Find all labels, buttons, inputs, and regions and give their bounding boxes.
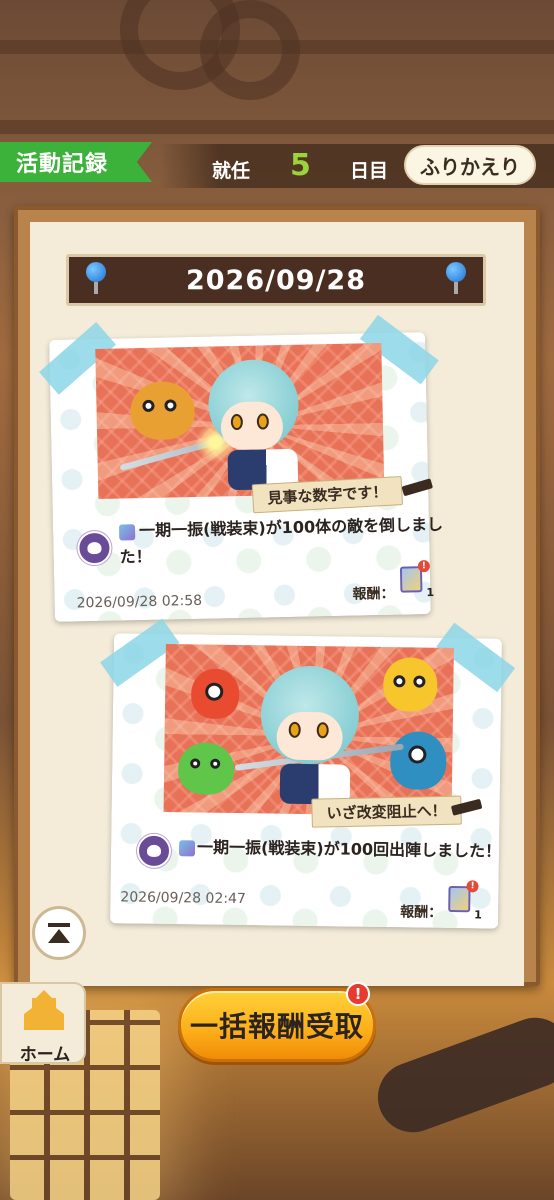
castle-home-icon — [24, 990, 64, 1030]
monster-icon — [129, 380, 196, 441]
character-face — [220, 401, 284, 451]
character-avatar-icon — [77, 530, 112, 566]
review-button[interactable]: ふりかえり — [404, 145, 536, 185]
monster-icon — [190, 668, 240, 720]
date-banner: 2026/09/28 — [66, 254, 486, 306]
record-timestamp: 2026/09/28 02:47 — [120, 889, 246, 908]
character-avatar-icon — [136, 833, 172, 869]
scroll-to-top-button[interactable] — [32, 906, 86, 960]
monster-icon — [389, 731, 447, 790]
reward-quantity: 1 — [474, 908, 482, 922]
reel-decoration — [200, 0, 300, 100]
pushpin-icon — [446, 262, 466, 294]
home-button[interactable]: ホーム — [0, 982, 86, 1065]
reward-label: 報酬： — [352, 585, 395, 603]
record-message: 一期一振(戦装束)が100体の敵を倒しまし た！ — [119, 512, 443, 570]
shelf-decoration — [0, 120, 554, 134]
character-face — [276, 711, 343, 761]
monster-icon — [177, 742, 235, 795]
duty-days-count: 5 — [290, 148, 311, 183]
scroll-decoration — [368, 1007, 554, 1143]
record-illustration — [163, 644, 454, 817]
monster-icon — [382, 657, 438, 712]
day-label: 日目 — [350, 160, 389, 182]
pen-icon — [401, 478, 434, 497]
claim-alert-badge: ! — [346, 982, 370, 1006]
scroll-to-top-icon — [48, 923, 70, 943]
pushpin-icon — [86, 262, 106, 294]
equipment-icon — [178, 840, 196, 857]
reward-alert-badge: ! — [466, 880, 479, 893]
record-message: 一期一振(戦装束)が100回出陣しました！ — [196, 837, 502, 861]
page-title: 活動記録 — [0, 142, 152, 182]
reward-label: 報酬： — [400, 904, 443, 921]
record-card[interactable]: 見事な数字です！ 一期一振(戦装束)が100体の敵を倒しまし た！ 2026/0… — [39, 314, 443, 622]
reward-quantity: 1 — [426, 585, 435, 600]
duty-label: 就任 — [212, 160, 251, 182]
record-caption: いざ改変阻止へ！ — [311, 795, 462, 828]
record-timestamp: 2026/09/28 02:58 — [76, 592, 203, 612]
record-illustration — [95, 343, 385, 499]
record-card[interactable]: いざ改変阻止へ！ 一期一振(戦装束)が100回出陣しました！ 2026/09/2… — [100, 618, 516, 929]
reward-alert-badge: ! — [417, 560, 431, 573]
home-label: ホーム — [19, 1045, 71, 1065]
